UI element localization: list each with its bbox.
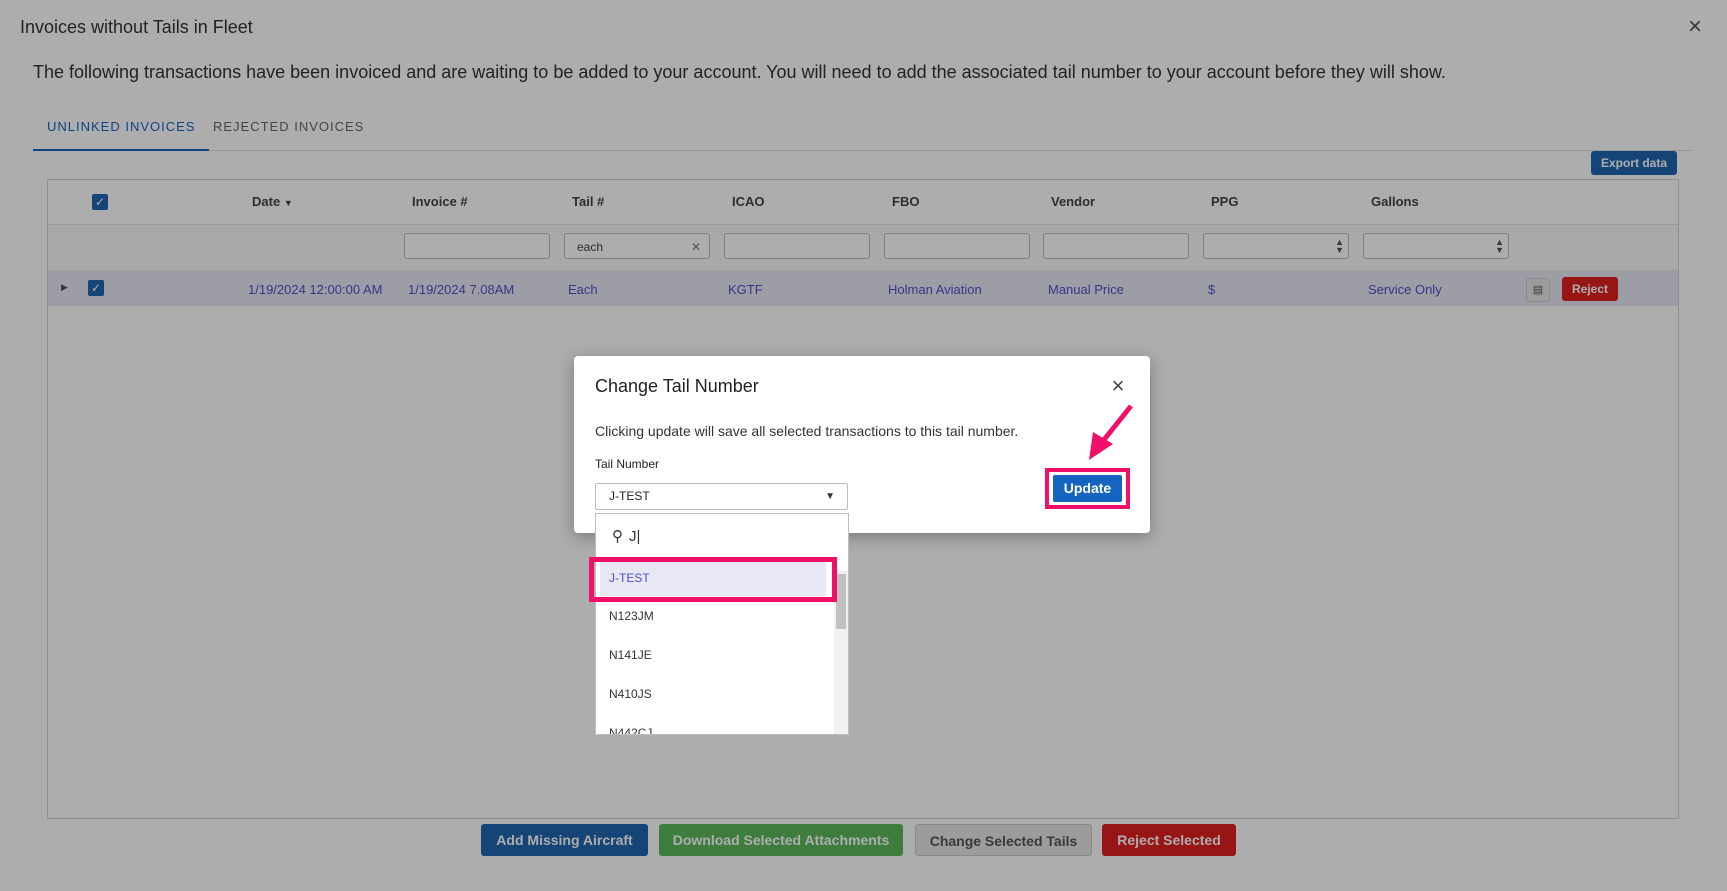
option-highlight: [589, 557, 837, 602]
dropdown-search-value: J: [629, 528, 637, 545]
close-modal-icon[interactable]: ×: [1108, 375, 1128, 397]
dropdown-scroll-thumb[interactable]: [836, 574, 846, 629]
dropdown-search-field[interactable]: ⚲ J|: [612, 527, 640, 545]
modal-title: Change Tail Number: [595, 376, 759, 396]
chevron-down-icon: ▼: [825, 491, 835, 502]
update-button[interactable]: Update: [1053, 475, 1122, 502]
dropdown-option[interactable]: N410JS: [609, 687, 652, 701]
modal-description: Clicking update will save all selected t…: [595, 423, 1019, 439]
change-tail-modal: Change Tail Number × Clicking update wil…: [574, 356, 1150, 533]
tail-number-label: Tail Number: [595, 457, 660, 471]
selected-tail-value: J-TEST: [609, 489, 650, 503]
dropdown-option[interactable]: N141JE: [609, 648, 652, 662]
update-highlight: Update: [1045, 468, 1130, 509]
pointer-arrow-icon: [1089, 404, 1133, 460]
tail-dropdown: ⚲ J| J-TEST N123JM N141JE N410JS N442CJ: [595, 513, 849, 735]
dropdown-option[interactable]: N123JM: [609, 609, 654, 623]
dropdown-option[interactable]: N442CJ: [609, 726, 652, 734]
text-caret: |: [636, 528, 641, 545]
search-icon: ⚲: [612, 528, 623, 545]
tail-number-select[interactable]: J-TEST ▼: [595, 483, 848, 510]
